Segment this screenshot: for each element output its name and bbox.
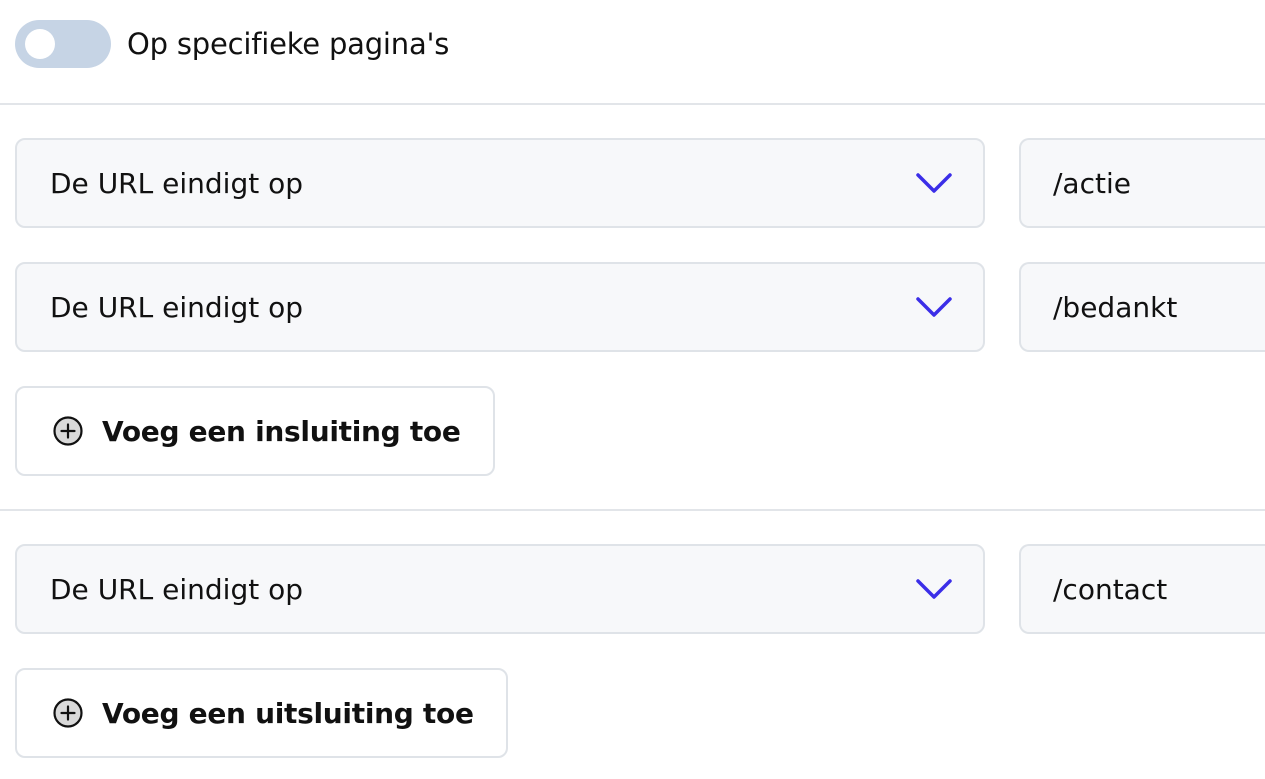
add-exclusion-button[interactable]: Voeg een uitsluiting toe xyxy=(15,668,508,758)
select-value: De URL eindigt op xyxy=(50,290,303,324)
add-exclusion-label: Voeg een uitsluiting toe xyxy=(102,696,474,730)
exclusion-value-field[interactable] xyxy=(1019,544,1265,634)
plus-circle-icon xyxy=(53,698,83,728)
chevron-down-icon xyxy=(916,579,952,599)
plus-circle-icon xyxy=(53,416,83,446)
exclusion-value-input[interactable] xyxy=(1053,572,1265,606)
inclusion-condition-select[interactable]: De URL eindigt op xyxy=(15,138,985,228)
chevron-down-icon xyxy=(916,173,952,193)
exclusion-condition-select[interactable]: De URL eindigt op xyxy=(15,544,985,634)
divider xyxy=(0,103,1265,105)
specific-pages-toggle[interactable] xyxy=(15,20,111,68)
inclusion-value-field[interactable] xyxy=(1019,262,1265,352)
add-inclusion-button[interactable]: Voeg een insluiting toe xyxy=(15,386,495,476)
toggle-knob xyxy=(25,29,55,59)
chevron-down-icon xyxy=(916,297,952,317)
select-value: De URL eindigt op xyxy=(50,572,303,606)
select-value: De URL eindigt op xyxy=(50,166,303,200)
divider xyxy=(0,509,1265,511)
inclusion-condition-select[interactable]: De URL eindigt op xyxy=(15,262,985,352)
inclusion-value-input[interactable] xyxy=(1053,290,1265,324)
specific-pages-toggle-row: Op specifieke pagina's xyxy=(15,20,449,68)
inclusion-value-input[interactable] xyxy=(1053,166,1265,200)
toggle-label: Op specifieke pagina's xyxy=(127,27,450,61)
inclusion-value-field[interactable] xyxy=(1019,138,1265,228)
page-targeting-panel: Op specifieke pagina's De URL eindigt op… xyxy=(0,0,1265,779)
add-inclusion-label: Voeg een insluiting toe xyxy=(102,414,461,448)
